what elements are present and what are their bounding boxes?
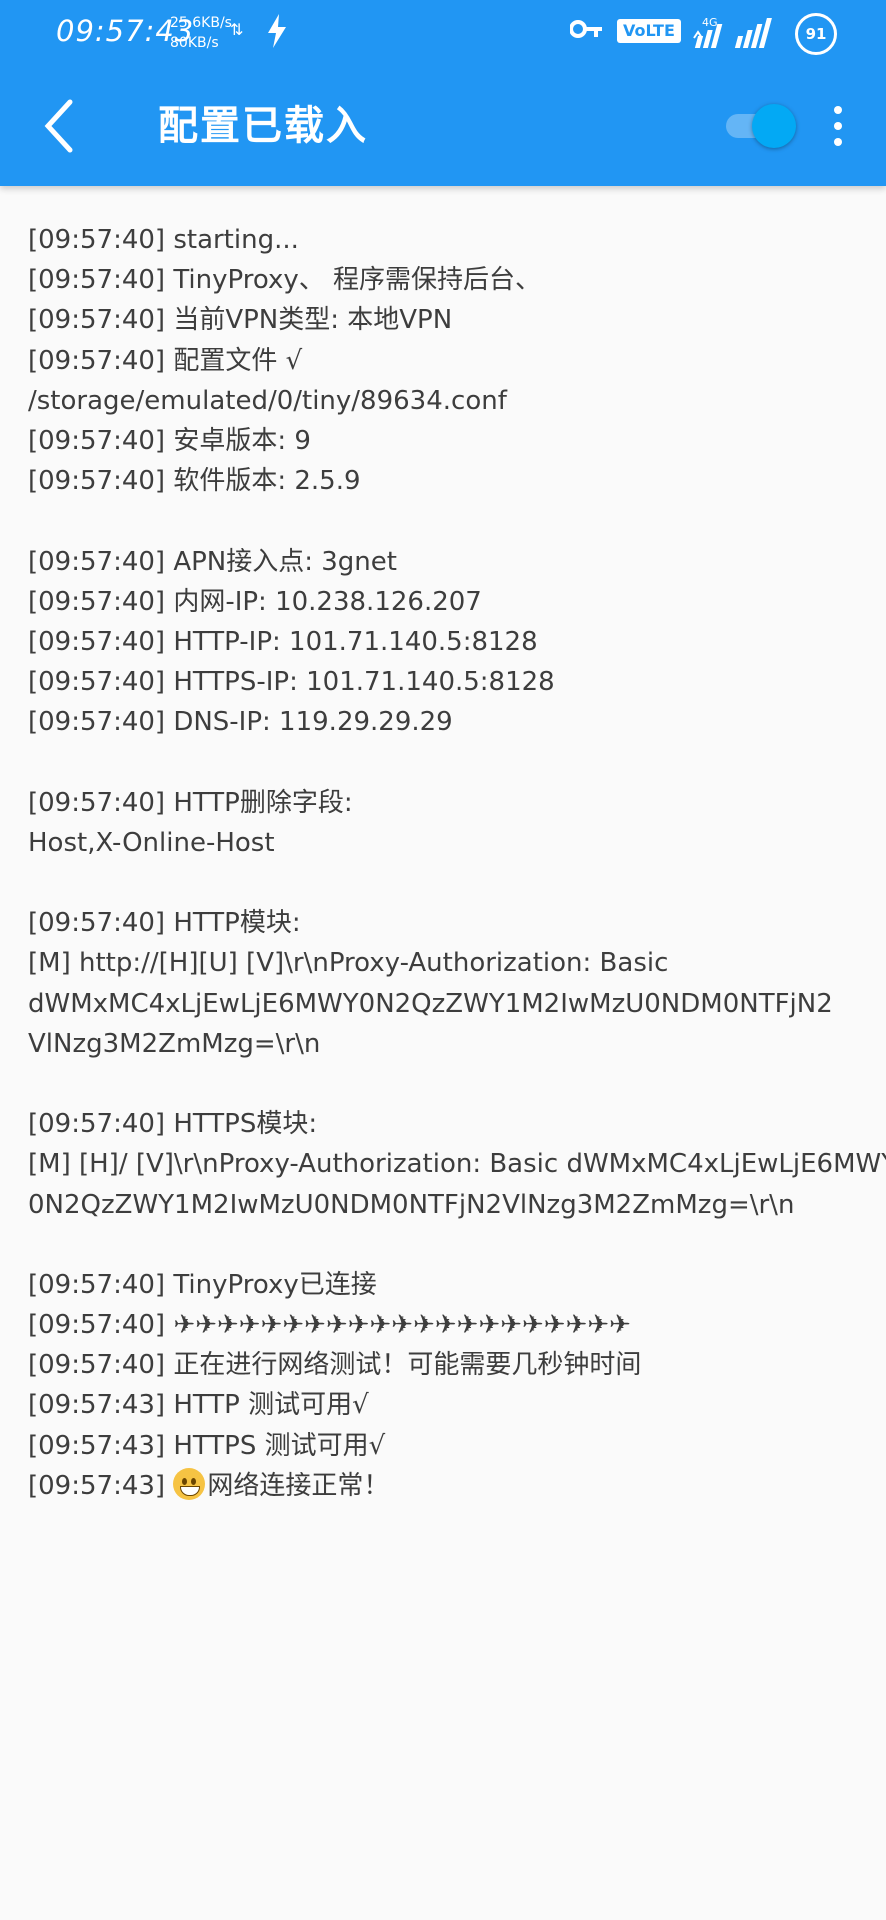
top-bar: 09:57:43 25.6KB/s 80KB/s ⇅ VoLTE 4G 91 配… bbox=[0, 0, 886, 186]
back-arrow-icon[interactable] bbox=[40, 98, 80, 154]
log-line: [09:57:43] HTTP 测试可用√ bbox=[28, 1390, 369, 1421]
log-line: [09:57:40] 配置文件 √ bbox=[28, 345, 303, 376]
log-line: [09:57:40] HTTP-IP: 101.71.140.5:8128 bbox=[28, 626, 538, 657]
log-line: dWMxMC4xLjEwLjE6MWY0N2QzZWY1M2IwMzU0NDM0… bbox=[28, 988, 833, 1019]
network-type: 4G bbox=[702, 16, 718, 29]
log-blank-line bbox=[28, 742, 868, 782]
log-line: /storage/emulated/0/tiny/89634.conf bbox=[28, 385, 507, 416]
log-line: [09:57:40] starting... bbox=[28, 225, 299, 255]
log-line: [09:57:40] 安卓版本: 9 bbox=[28, 425, 311, 456]
log-line: [09:57:40] 内网-IP: 10.238.126.207 bbox=[28, 586, 482, 617]
log-line: [M] [H]/ [V]\r\nProxy-Authorization: Bas… bbox=[28, 1149, 886, 1180]
log-blank-line bbox=[28, 863, 868, 903]
vpn-key-icon bbox=[569, 18, 602, 44]
volte-badge: VoLTE bbox=[617, 19, 681, 43]
log-line: [09:57:40] APN接入点: 3gnet bbox=[28, 546, 397, 577]
log-blank-line bbox=[28, 1064, 868, 1104]
log-line: VlNzg3M2ZmMzg=\r\n bbox=[28, 1028, 321, 1059]
log-line: [09:57:40] ✈✈✈✈✈✈✈✈✈✈✈✈✈✈✈✈✈✈✈✈✈ bbox=[28, 1310, 631, 1341]
data-transfer-icon: ⇅ bbox=[230, 20, 244, 39]
log-line: Host,X-Online-Host bbox=[28, 827, 275, 858]
log-line: [09:57:40] HTTPS模块: bbox=[28, 1109, 318, 1140]
lightning-icon bbox=[266, 14, 288, 52]
log-line: [09:57:40] TinyProxy已连接 bbox=[28, 1269, 377, 1300]
toggle-thumb bbox=[752, 104, 796, 148]
log-line: [09:57:40] 当前VPN类型: 本地VPN bbox=[28, 305, 453, 336]
log-line: [09:57:40] DNS-IP: 119.29.29.29 bbox=[28, 707, 453, 738]
log-timestamp: [09:57:43] bbox=[28, 1470, 174, 1501]
download-speed: 80KB/s bbox=[170, 35, 219, 51]
log-blank-line bbox=[28, 501, 868, 541]
log-message: 网络连接正常！ bbox=[207, 1470, 390, 1501]
log-line: [M] http://[H][U] [V]\r\nProxy-Authoriza… bbox=[28, 948, 669, 979]
log-line: 0N2QzZWY1M2IwMzU0NDM0NTFjN2VlNzg3M2ZmMzg… bbox=[28, 1189, 795, 1220]
proxy-toggle-switch[interactable] bbox=[722, 102, 796, 150]
log-line: [09:57:40] HTTP删除字段: bbox=[28, 787, 353, 818]
log-line: [09:57:40] 正在进行网络测试！可能需要几秒钟时间 bbox=[28, 1350, 642, 1381]
log-line: [09:57:40] HTTP模块: bbox=[28, 908, 301, 939]
page-title: 配置已载入 bbox=[158, 103, 368, 149]
log-line: [09:57:43] HTTPS 测试可用√ bbox=[28, 1430, 386, 1461]
log-output: [09:57:40] starting... [09:57:40] TinyPro… bbox=[28, 220, 886, 1506]
log-line: [09:57:40] HTTPS-IP: 101.71.140.5:8128 bbox=[28, 667, 555, 698]
upload-speed: 25.6KB/s bbox=[170, 15, 232, 31]
more-options-icon[interactable] bbox=[826, 106, 850, 150]
smiley-face-icon bbox=[173, 1467, 206, 1500]
app-bar: 配置已载入 bbox=[0, 66, 886, 186]
log-line: [09:57:40] TinyProxy、 程序需保持后台、 bbox=[28, 265, 541, 296]
battery-indicator: 91 bbox=[795, 13, 837, 55]
status-bar: 09:57:43 25.6KB/s 80KB/s ⇅ VoLTE 4G 91 bbox=[0, 0, 886, 66]
network-speed: 25.6KB/s 80KB/s bbox=[170, 13, 232, 53]
log-line: [09:57:40] 软件版本: 2.5.9 bbox=[28, 466, 361, 497]
signal-strength-icon: 4G bbox=[690, 14, 786, 54]
log-line-success: [09:57:43] 网络连接正常！ bbox=[28, 1466, 868, 1506]
log-blank-line bbox=[28, 1225, 868, 1265]
